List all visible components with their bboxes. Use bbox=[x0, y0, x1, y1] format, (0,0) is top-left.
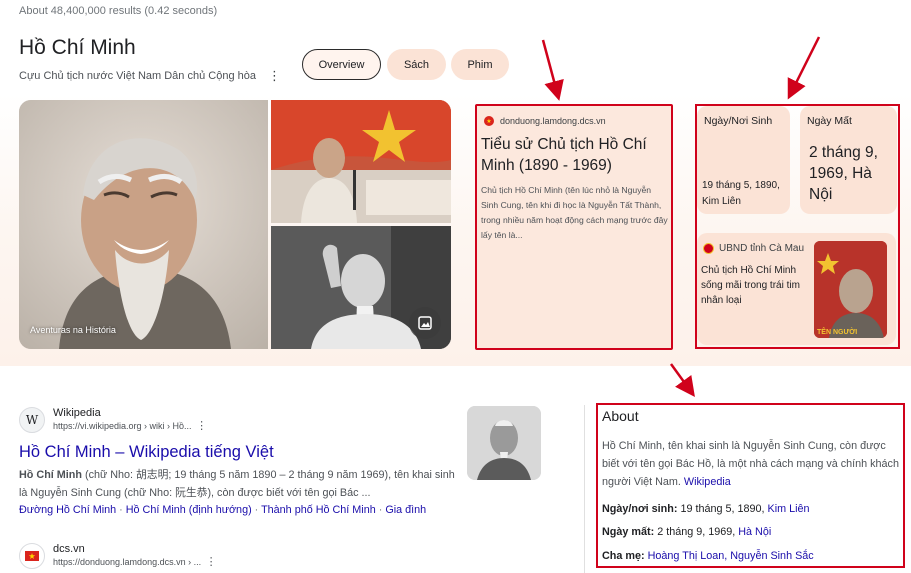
news-thumbnail-illustration: TÊN NGƯỜI bbox=[814, 241, 887, 338]
result-thumbnail-illustration bbox=[467, 406, 541, 480]
died-card-label: Ngày Mất bbox=[807, 115, 852, 127]
more-options-icon[interactable]: ⋮ bbox=[268, 68, 281, 84]
about-fact-text: 2 tháng 9, 1969, bbox=[654, 526, 739, 538]
result-site-row[interactable]: dcs.vn https://donduong.lamdong.dcs.vn ›… bbox=[19, 543, 459, 569]
result-snippet-text: (chữ Nho: 胡志明; 19 tháng 5 năm 1890 – 2 t… bbox=[19, 469, 455, 499]
image-caption: Aventuras na História bbox=[30, 325, 116, 335]
result-site-row[interactable]: W Wikipedia https://vi.wikipedia.org › w… bbox=[19, 407, 459, 433]
emblem-icon bbox=[703, 243, 714, 254]
column-divider bbox=[584, 405, 585, 573]
result-stats: About 48,400,000 results (0.42 seconds) bbox=[19, 5, 218, 17]
chip-sach[interactable]: Sách bbox=[387, 49, 446, 80]
result-url: https://vi.wikipedia.org › wiki › Hồ... … bbox=[53, 420, 207, 433]
news-card-thumbnail: TÊN NGƯỜI bbox=[814, 241, 887, 338]
about-description: Hồ Chí Minh, tên khai sinh là Nguyễn Sin… bbox=[602, 437, 902, 491]
result-snippet-bold: Hồ Chí Minh bbox=[19, 469, 82, 481]
result-site-name: Wikipedia bbox=[53, 407, 101, 419]
result-url-text: https://donduong.lamdong.dcs.vn › ... bbox=[53, 557, 202, 567]
bio-card-source-name: donduong.lamdong.dcs.vn bbox=[500, 116, 606, 126]
result-site-name: dcs.vn bbox=[53, 543, 85, 555]
flag-photo-image[interactable] bbox=[271, 100, 451, 223]
about-fact-parents: Cha mẹ: Hoàng Thị Loan, Nguyễn Sinh Sắc bbox=[602, 550, 814, 562]
about-fact-label: Cha mẹ: bbox=[602, 550, 645, 562]
dcs-flag-svg bbox=[25, 551, 39, 561]
search-results-page: About 48,400,000 results (0.42 seconds) … bbox=[0, 0, 911, 573]
news-thumbnail-text: TÊN NGƯỜI bbox=[817, 327, 857, 336]
entity-subtitle: Cựu Chủ tịch nước Việt Nam Dân chủ Cộng … bbox=[19, 70, 256, 82]
news-card-source: UBND tỉnh Cà Mau bbox=[703, 243, 804, 254]
vietnam-flag-icon: ★ bbox=[484, 116, 494, 126]
dcs-flag-icon bbox=[19, 543, 45, 569]
died-card[interactable]: Ngày Mất 2 tháng 9, 1969, Hà Nội bbox=[800, 106, 897, 214]
result-snippet: Hồ Chí Minh (chữ Nho: 胡志明; 19 tháng 5 nă… bbox=[19, 466, 459, 502]
about-fact-link-kim-lien[interactable]: Kim Liên bbox=[768, 503, 810, 515]
result-url: https://donduong.lamdong.dcs.vn › ... ⋮ bbox=[53, 556, 217, 569]
about-heading: About bbox=[602, 408, 639, 424]
sublink-duong-ho-chi-minh[interactable]: Đường Hồ Chí Minh bbox=[19, 504, 116, 516]
chip-phim[interactable]: Phim bbox=[451, 49, 509, 80]
news-card-title[interactable]: Chủ tịch Hồ Chí Minh sống mãi trong trái… bbox=[701, 263, 806, 308]
about-description-text: Hồ Chí Minh, tên khai sinh là Nguyễn Sin… bbox=[602, 440, 899, 488]
born-card[interactable]: Ngày/Nơi Sinh 19 tháng 5, 1890, Kim Liên bbox=[697, 106, 790, 214]
died-card-value: 2 tháng 9, 1969, Hà Nội bbox=[809, 144, 878, 203]
chip-overview[interactable]: Overview bbox=[302, 49, 381, 80]
image-icon bbox=[418, 316, 432, 330]
flag-photo-illustration bbox=[271, 100, 451, 223]
about-fact-label: Ngày mất: bbox=[602, 526, 655, 538]
news-card[interactable]: UBND tỉnh Cà Mau Chủ tịch Hồ Chí Minh số… bbox=[697, 233, 896, 345]
result-title-link[interactable]: Hồ Chí Minh – Wikipedia tiếng Việt bbox=[19, 442, 459, 462]
sublink-separator: · bbox=[119, 504, 126, 516]
result-sublinks: Đường Hồ Chí Minh · Hồ Chí Minh (định hư… bbox=[19, 502, 459, 518]
about-fact-text: 19 tháng 5, 1890, bbox=[677, 503, 768, 515]
search-result-wikipedia: W Wikipedia https://vi.wikipedia.org › w… bbox=[19, 407, 459, 518]
result-options-icon[interactable]: ⋮ bbox=[206, 556, 217, 568]
sublink-gia-dinh[interactable]: Gia đình bbox=[385, 504, 426, 516]
about-panel: About Hồ Chí Minh, tên khai sinh là Nguy… bbox=[596, 403, 905, 568]
portrait-illustration bbox=[19, 100, 268, 349]
sublink-thanh-pho[interactable]: Thành phố Hồ Chí Minh bbox=[261, 504, 376, 516]
image-gallery-icon[interactable] bbox=[409, 307, 441, 339]
entity-title: Hồ Chí Minh bbox=[19, 36, 136, 59]
bio-card[interactable]: ★ donduong.lamdong.dcs.vn Tiểu sử Chủ tị… bbox=[475, 104, 673, 350]
bio-card-source: ★ donduong.lamdong.dcs.vn bbox=[484, 116, 606, 126]
about-fact-label: Ngày/nơi sinh: bbox=[602, 503, 678, 515]
bio-card-snippet: Chủ tịch Hồ Chí Minh (tên lúc nhỏ là Ngu… bbox=[481, 185, 668, 240]
news-card-source-name: UBND tỉnh Cà Mau bbox=[719, 243, 805, 254]
waving-photo-image[interactable] bbox=[271, 226, 451, 349]
about-fact-born: Ngày/nơi sinh: 19 tháng 5, 1890, Kim Liê… bbox=[602, 503, 810, 515]
born-card-label: Ngày/Nơi Sinh bbox=[704, 115, 773, 127]
result-options-icon[interactable]: ⋮ bbox=[196, 420, 207, 432]
sublink-dinh-huong[interactable]: Hồ Chí Minh (định hướng) bbox=[126, 504, 252, 516]
born-card-value: 19 tháng 5, 1890, Kim Liên bbox=[702, 180, 780, 207]
main-portrait-image[interactable]: Aventuras na História bbox=[19, 100, 268, 349]
about-fact-died: Ngày mất: 2 tháng 9, 1969, Hà Nội bbox=[602, 526, 771, 538]
result-url-text: https://vi.wikipedia.org › wiki › Hồ... bbox=[53, 421, 192, 431]
about-fact-link-ha-noi[interactable]: Hà Nội bbox=[738, 526, 771, 538]
result-thumbnail[interactable] bbox=[467, 406, 541, 480]
wikipedia-icon: W bbox=[19, 407, 45, 433]
about-wikipedia-link[interactable]: Wikipedia bbox=[684, 476, 731, 488]
bio-card-title[interactable]: Tiểu sử Chủ tịch Hồ Chí Minh (1890 - 196… bbox=[481, 134, 666, 176]
search-result-dcs: dcs.vn https://donduong.lamdong.dcs.vn ›… bbox=[19, 543, 459, 569]
about-fact-link-parents[interactable]: Hoàng Thị Loan, Nguyễn Sinh Sắc bbox=[648, 550, 814, 562]
